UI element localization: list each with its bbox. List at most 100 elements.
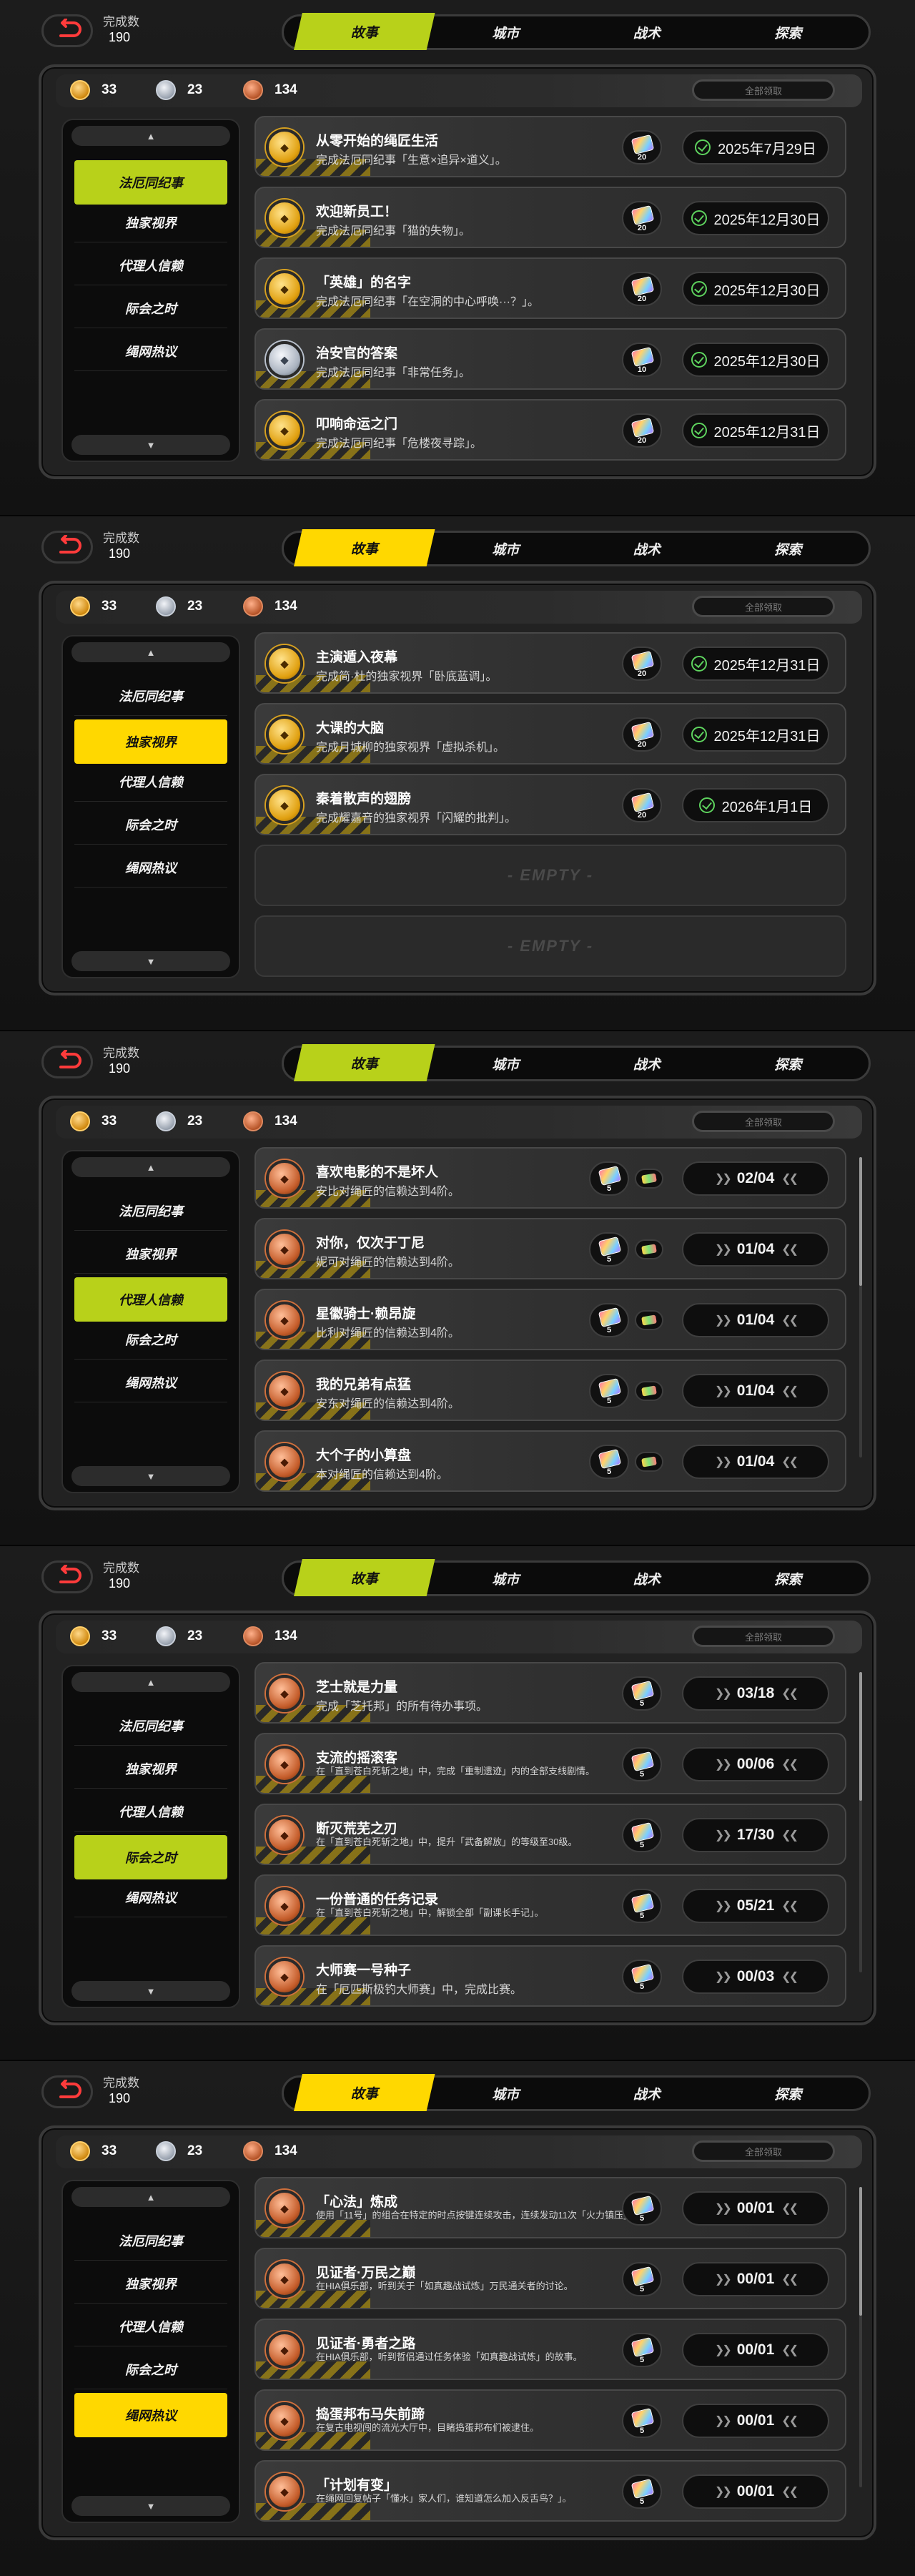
sidebar-item-exclusive-vision[interactable]: 独家视界 bbox=[74, 1749, 227, 1789]
sidebar-scroll-up[interactable]: ▲ bbox=[71, 1157, 230, 1177]
sidebar-item-encounter[interactable]: 际会之时 bbox=[74, 2350, 227, 2389]
reward-ticket[interactable]: 5 bbox=[622, 1747, 662, 1781]
sidebar-item-encounter[interactable]: 际会之时 bbox=[74, 1835, 227, 1879]
achievement-row[interactable]: ◆ 见证者·万民之巅 在HIA俱乐部，听到关于「如真趣战试炼」万民通关者的讨论。 5 ❯… bbox=[254, 2248, 846, 2309]
list-scrollbar[interactable] bbox=[859, 2187, 862, 2487]
tab-tactics[interactable]: 战术 bbox=[576, 2078, 718, 2109]
sidebar-item-encounter[interactable]: 际会之时 bbox=[74, 805, 227, 845]
achievement-row[interactable]: ◆ 大个子的小算盘 本对绳匠的信赖达到4阶。 5 ❯❯ 01/04 ❮❮ bbox=[254, 1430, 846, 1492]
achievement-row[interactable]: ◆ 大师赛一号种子 在「厄匹斯极钓大师赛」中，完成比赛。 5 ❯❯ 00/03 ❮❮ bbox=[254, 1945, 846, 2007]
sidebar-item-agent-trust[interactable]: 代理人信赖 bbox=[74, 1277, 227, 1322]
sidebar-scroll-down[interactable]: ▼ bbox=[71, 435, 230, 455]
sidebar-item-exclusive-vision[interactable]: 独家视界 bbox=[74, 719, 227, 764]
list-scrollbar[interactable] bbox=[859, 1157, 862, 1457]
tab-tactics[interactable]: 战术 bbox=[576, 1048, 718, 1079]
scrollbar-thumb[interactable] bbox=[859, 1672, 862, 1801]
achievement-row[interactable]: ◆ 「心法」炼成 使用「11号」的组合在特定的时点按键连续攻击，连续发动11次「火力… bbox=[254, 2177, 846, 2238]
reward-ticket[interactable]: 20 bbox=[622, 788, 662, 822]
reward-ticket[interactable]: 5 bbox=[589, 1161, 629, 1196]
sidebar-scroll-down[interactable]: ▼ bbox=[71, 951, 230, 971]
sidebar-item-exclusive-vision[interactable]: 独家视界 bbox=[74, 2264, 227, 2304]
scrollbar-thumb[interactable] bbox=[859, 2187, 862, 2316]
tab-tactics[interactable]: 战术 bbox=[576, 16, 718, 48]
list-scrollbar[interactable] bbox=[859, 1672, 862, 1972]
claim-all-button[interactable]: 全部领取 bbox=[692, 596, 835, 617]
sidebar-item-phaethon-chronicle[interactable]: 法厄同纪事 bbox=[74, 677, 227, 716]
reward-ticket[interactable]: 20 bbox=[622, 413, 662, 448]
achievement-row[interactable]: ◆ 喜欢电影的不是坏人 安比对绳匠的信赖达到4阶。 5 ❯❯ 02/04 ❮❮ bbox=[254, 1147, 846, 1209]
bonus-item-icon[interactable] bbox=[635, 1452, 663, 1472]
back-button[interactable] bbox=[41, 1560, 93, 1593]
achievement-row[interactable]: ◆ 叩响命运之门 完成法厄同纪事「危楼夜寻踪」。 20 2025年12月31日 bbox=[254, 399, 846, 461]
sidebar-item-phaethon-chronicle[interactable]: 法厄同纪事 bbox=[74, 1191, 227, 1231]
back-button[interactable] bbox=[41, 531, 93, 564]
claim-all-button[interactable]: 全部领取 bbox=[692, 79, 835, 101]
tab-city[interactable]: 城市 bbox=[435, 533, 577, 564]
sidebar-scroll-down[interactable]: ▼ bbox=[71, 2496, 230, 2516]
tab-tactics[interactable]: 战术 bbox=[576, 533, 718, 564]
reward-ticket[interactable]: 5 bbox=[622, 1676, 662, 1711]
achievement-row[interactable]: ◆ 欢迎新员工！ 完成法厄同纪事「猫的失物」。 20 2025年12月30日 bbox=[254, 187, 846, 248]
reward-ticket[interactable]: 20 bbox=[622, 272, 662, 306]
sidebar-item-agent-trust[interactable]: 代理人信赖 bbox=[74, 1792, 227, 1832]
claim-all-button[interactable]: 全部领取 bbox=[692, 1626, 835, 1647]
tab-story[interactable]: 故事 bbox=[294, 1559, 435, 1596]
achievement-row[interactable]: ◆ 「英雄」的名字 完成法厄同纪事「在空洞的中心呼唤···？」。 20 2025年12月… bbox=[254, 257, 846, 319]
achievement-row[interactable]: ◆ 断灭荒芜之刃 在「直到苍白死斩之地」中，提升「武备解放」的等级至30级。 5 ❯❯ 1… bbox=[254, 1804, 846, 1865]
sidebar-item-inter-knot[interactable]: 绳网热议 bbox=[74, 1878, 227, 1917]
reward-ticket[interactable]: 5 bbox=[622, 2404, 662, 2438]
sidebar-item-phaethon-chronicle[interactable]: 法厄同纪事 bbox=[74, 2221, 227, 2261]
back-button[interactable] bbox=[41, 1046, 93, 1078]
tab-explore[interactable]: 探索 bbox=[718, 2078, 859, 2109]
sidebar-scroll-up[interactable]: ▲ bbox=[71, 2187, 230, 2207]
sidebar-item-phaethon-chronicle[interactable]: 法厄同纪事 bbox=[74, 1706, 227, 1746]
tab-city[interactable]: 城市 bbox=[435, 16, 577, 48]
achievement-row[interactable]: ◆ 我的兄弟有点猛 安东对绳匠的信赖达到4阶。 5 ❯❯ 01/04 ❮❮ bbox=[254, 1360, 846, 1421]
claim-all-button[interactable]: 全部领取 bbox=[692, 2140, 835, 2162]
bonus-item-icon[interactable] bbox=[635, 1239, 663, 1259]
achievement-row[interactable]: ◆ 秦着散声的翅膀 完成耀嘉音的独家视界「闪耀的批判」。 20 2026年1月1日 bbox=[254, 774, 846, 835]
sidebar-item-agent-trust[interactable]: 代理人信赖 bbox=[74, 2307, 227, 2346]
reward-ticket[interactable]: 10 bbox=[622, 343, 662, 377]
achievement-row[interactable]: ◆ 见证者·勇者之路 在HIA俱乐部，听到哲侣通过任务体验「如真趣战试炼」的故事。 5… bbox=[254, 2319, 846, 2380]
tab-explore[interactable]: 探索 bbox=[718, 1563, 859, 1594]
sidebar-item-encounter[interactable]: 际会之时 bbox=[74, 1320, 227, 1360]
sidebar-item-inter-knot[interactable]: 绳网热议 bbox=[74, 848, 227, 888]
reward-ticket[interactable]: 5 bbox=[622, 2191, 662, 2226]
sidebar-item-agent-trust[interactable]: 代理人信赖 bbox=[74, 762, 227, 802]
achievement-row[interactable]: ◆ 对你，仅次于丁尼 妮可对绳匠的信赖达到4阶。 5 ❯❯ 01/04 ❮❮ bbox=[254, 1218, 846, 1279]
bonus-item-icon[interactable] bbox=[635, 1381, 663, 1401]
reward-ticket[interactable]: 20 bbox=[622, 647, 662, 681]
reward-ticket[interactable]: 20 bbox=[622, 130, 662, 164]
bonus-item-icon[interactable] bbox=[635, 1310, 663, 1330]
achievement-row[interactable]: ◆ 从零开始的绳匠生活 完成法厄同纪事「生意×追异×道义」。 20 2025年7月29日 bbox=[254, 116, 846, 177]
sidebar-scroll-up[interactable]: ▲ bbox=[71, 1672, 230, 1692]
reward-ticket[interactable]: 5 bbox=[589, 1445, 629, 1479]
reward-ticket[interactable]: 5 bbox=[622, 1960, 662, 1994]
reward-ticket[interactable]: 5 bbox=[622, 2262, 662, 2296]
achievement-row[interactable]: ◆ 一份普通的任务记录 在「直到苍白死斩之地」中，解锁全部「副课长手记」。 5 ❯❯ 05… bbox=[254, 1874, 846, 1936]
back-button[interactable] bbox=[41, 14, 93, 47]
reward-ticket[interactable]: 5 bbox=[589, 1374, 629, 1408]
achievement-row[interactable]: ◆ 捣蛋邦布马失前蹄 在复古电视闯的流光大厅中，目睹捣蛋邦布们被逮住。 5 ❯❯ 00/0… bbox=[254, 2389, 846, 2451]
tab-story[interactable]: 故事 bbox=[294, 1044, 435, 1081]
sidebar-scroll-down[interactable]: ▼ bbox=[71, 1466, 230, 1486]
tab-explore[interactable]: 探索 bbox=[718, 533, 859, 564]
tab-explore[interactable]: 探索 bbox=[718, 1048, 859, 1079]
tab-story[interactable]: 故事 bbox=[294, 2074, 435, 2111]
reward-ticket[interactable]: 5 bbox=[622, 1889, 662, 1923]
sidebar-item-inter-knot[interactable]: 绳网热议 bbox=[74, 1363, 227, 1402]
achievement-row[interactable]: ◆ 芝士就是力量 完成「芝托邦」的所有待办事项。 5 ❯❯ 03/18 ❮❮ bbox=[254, 1662, 846, 1724]
bonus-item-icon[interactable] bbox=[635, 1169, 663, 1189]
sidebar-scroll-up[interactable]: ▲ bbox=[71, 126, 230, 146]
achievement-row[interactable]: ◆ 大课的大脑 完成月城柳的独家视界「虚拟杀机」。 20 2025年12月31日 bbox=[254, 703, 846, 765]
achievement-row[interactable]: ◆ 主演遁入夜幕 完成简·杜的独家视界「卧底蓝调」。 20 2025年12月31日 bbox=[254, 632, 846, 694]
scrollbar-thumb[interactable] bbox=[859, 1157, 862, 1286]
sidebar-item-exclusive-vision[interactable]: 独家视界 bbox=[74, 203, 227, 242]
reward-ticket[interactable]: 20 bbox=[622, 717, 662, 752]
reward-ticket[interactable]: 5 bbox=[622, 1818, 662, 1852]
sidebar-item-inter-knot[interactable]: 绳网热议 bbox=[74, 332, 227, 371]
tab-city[interactable]: 城市 bbox=[435, 2078, 577, 2109]
sidebar-scroll-down[interactable]: ▼ bbox=[71, 1981, 230, 2001]
sidebar-item-agent-trust[interactable]: 代理人信赖 bbox=[74, 246, 227, 285]
